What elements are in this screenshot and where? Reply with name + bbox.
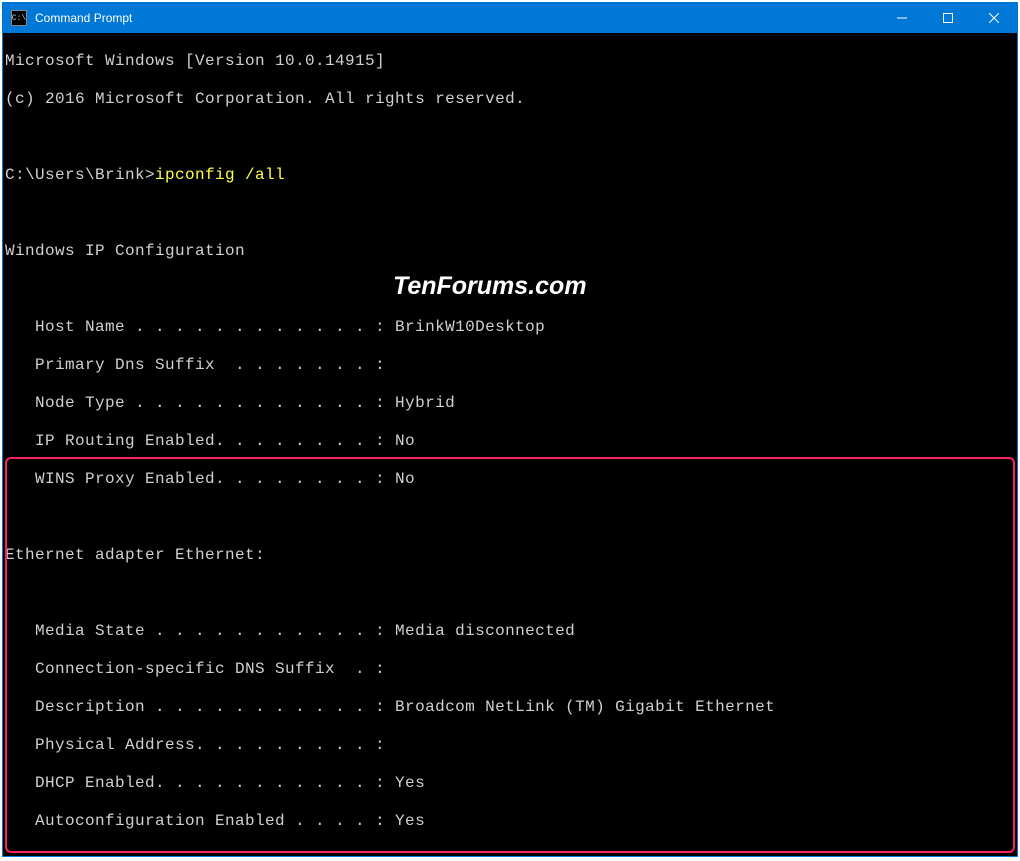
dns-suffix-line: Primary Dns Suffix . . . . . . . : [5, 356, 1015, 375]
adapter1-dhcp: DHCP Enabled. . . . . . . . . . . : Yes [5, 774, 1015, 793]
adapter1-physical-address: Physical Address. . . . . . . . . : [5, 736, 1015, 755]
adapter1-description: Description . . . . . . . . . . . : Broa… [5, 698, 1015, 717]
host-name-line: Host Name . . . . . . . . . . . . : Brin… [5, 318, 1015, 337]
wins-proxy-line: WINS Proxy Enabled. . . . . . . . : No [5, 470, 1015, 489]
prompt-line: C:\Users\Brink>ipconfig /all [5, 166, 1015, 185]
prompt-command: ipconfig /all [155, 166, 285, 184]
minimize-button[interactable] [879, 3, 925, 33]
version-line: Microsoft Windows [Version 10.0.14915] [5, 52, 1015, 71]
ip-routing-line: IP Routing Enabled. . . . . . . . : No [5, 432, 1015, 451]
maximize-icon [943, 13, 953, 23]
adapter1-dns-suffix: Connection-specific DNS Suffix . : [5, 660, 1015, 679]
ipconfig-header: Windows IP Configuration [5, 242, 1015, 261]
adapter1-autoconfig: Autoconfiguration Enabled . . . . : Yes [5, 812, 1015, 831]
window-title: Command Prompt [35, 11, 879, 25]
close-button[interactable] [971, 3, 1017, 33]
command-prompt-window: C:\ Command Prompt Microsoft Windows [Ve… [2, 2, 1018, 857]
minimize-icon [897, 13, 907, 23]
redacted-mac [395, 737, 585, 752]
cmd-icon: C:\ [11, 10, 27, 26]
adapter1-title: Ethernet adapter Ethernet: [5, 546, 1015, 565]
titlebar[interactable]: C:\ Command Prompt [3, 3, 1017, 33]
prompt-path: C:\Users\Brink> [5, 166, 155, 184]
copyright-line: (c) 2016 Microsoft Corporation. All righ… [5, 90, 1015, 109]
node-type-line: Node Type . . . . . . . . . . . . : Hybr… [5, 394, 1015, 413]
window-controls [879, 3, 1017, 33]
terminal-output[interactable]: Microsoft Windows [Version 10.0.14915] (… [3, 33, 1017, 856]
adapter1-media-state: Media State . . . . . . . . . . . : Medi… [5, 622, 1015, 641]
close-icon [989, 13, 999, 23]
maximize-button[interactable] [925, 3, 971, 33]
